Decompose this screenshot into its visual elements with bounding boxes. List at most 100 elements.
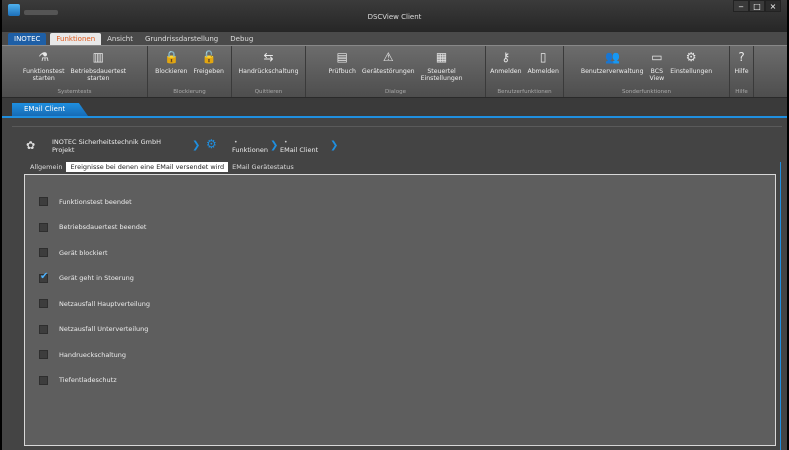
ribbon-button-label: Freigeben (193, 68, 224, 75)
ribbon-button[interactable]: 🔓 Freigeben (190, 46, 226, 89)
ribbon-button[interactable]: ▭ BCS View (647, 46, 668, 89)
ribbon-tab-ansicht[interactable]: Ansicht (101, 33, 139, 45)
help-icon: ? (738, 50, 745, 64)
event-label: Betriebsdauertest beendet (59, 223, 147, 231)
ribbon-button-label: Benutzerverwaltung (580, 68, 644, 75)
ribbon-button[interactable]: ▥ Betriebsdauertest starten (68, 46, 130, 89)
event-checkbox-row[interactable]: Gerät blockiert (39, 248, 108, 257)
document-tab-email-client[interactable]: EMail Client (12, 103, 88, 116)
breadcrumb-root[interactable]: INOTEC Sicherheitstechnik GmbH Projekt (52, 138, 161, 154)
ribbon-button-label: Anmelden (490, 68, 522, 75)
event-checkbox-row[interactable]: ✔ Gerät geht in Stoerung (39, 270, 134, 283)
event-label: Handrueckschaltung (59, 350, 127, 359)
hand-switch-icon: ⇆ (263, 50, 274, 64)
ribbon-tab-debug[interactable]: Debug (224, 33, 259, 45)
lock-icon: 🔒 (164, 50, 180, 64)
event-checkbox-row[interactable]: Funktionstest beendet (39, 197, 132, 206)
tab-email-geraetestatus[interactable]: EMail Gerätestatus (228, 162, 298, 172)
ribbon-group-label: Benutzerfunktionen (497, 89, 552, 95)
app-window: DSCView Client ‒ □ × INOTEC Funktionen A… (2, 0, 787, 450)
checkmark-icon: ✔ (40, 270, 49, 282)
settings-icon: ⚙ (685, 50, 697, 64)
ribbon-button[interactable]: ⇆ Handrückschaltung (236, 46, 302, 89)
ribbon-button-label: Funktionstest starten (22, 68, 65, 82)
document-tab-bar: EMail Client (2, 98, 787, 116)
event-label: Gerät blockiert (59, 248, 108, 257)
event-checkbox[interactable] (39, 248, 48, 257)
building-icon: ▥ (92, 50, 104, 64)
vertical-scrollbar[interactable] (780, 162, 786, 450)
event-checkbox-row[interactable]: Tiefentladeschutz (39, 375, 117, 385)
event-checkbox[interactable] (39, 375, 48, 385)
event-checkbox-row[interactable]: Handrueckschaltung (39, 350, 126, 359)
door-icon: ▯ (539, 50, 547, 64)
ribbon-button[interactable]: 👥 Benutzerverwaltung (578, 46, 647, 89)
event-checkbox[interactable] (39, 350, 48, 359)
title-bar: DSCView Client ‒ □ × (2, 0, 787, 32)
ribbon-group: ⚷ Anmelden ▯ Abmelden Benutzerfunktionen (486, 46, 564, 97)
event-checkbox[interactable]: ✔ (39, 270, 49, 283)
chevron-right-icon: ❯ (192, 140, 201, 151)
tab-allgemein[interactable]: Allgemein (26, 162, 66, 172)
ribbon-button[interactable]: ⚠ Gerätestörungen (359, 46, 418, 89)
ribbon-button[interactable]: ? Hilfe (731, 46, 751, 89)
ribbon-button-label: Betriebsdauertest starten (70, 68, 127, 82)
ribbon-button[interactable]: ▯ Abmelden (525, 46, 562, 89)
event-label: Funktionstest beendet (59, 197, 132, 206)
ribbon-tab-grundrissdarstellung[interactable]: Grundrissdarstellung (139, 33, 224, 45)
ribbon-group: ? Hilfe Hilfe (730, 46, 754, 97)
ribbon-group-label: Systemtests (57, 89, 92, 95)
chevron-right-icon: ❯ (270, 140, 279, 151)
breadcrumb-project: Projekt (52, 146, 75, 154)
flask-icon: ⚗ (38, 50, 50, 64)
unlock-icon: 🔓 (201, 50, 217, 64)
event-checkbox-row[interactable]: Netzausfall Unterverteilung (39, 324, 149, 334)
breadcrumb-section[interactable]: Funktionen (232, 146, 268, 154)
ribbon-group-label: Hilfe (735, 89, 748, 95)
company-icon: ✿ (26, 139, 36, 152)
breadcrumb-page[interactable]: EMail Client (280, 146, 318, 154)
event-label: Netzausfall Unterverteilung (59, 325, 149, 333)
ribbon-group: 👥 Benutzerverwaltung ▭ BCS View ⚙ Einstellung… (564, 46, 730, 97)
monitor-icon: ▭ (651, 50, 663, 64)
event-checkbox-row[interactable]: Netzausfall Hauptverteilung (39, 299, 150, 308)
event-checkbox[interactable] (39, 324, 48, 334)
ribbon-button[interactable]: ▦ Steuertel Einstellungen (418, 46, 466, 89)
ribbon-tab-inotec[interactable]: INOTEC (8, 33, 47, 45)
ribbon-button[interactable]: ⚷ Anmelden (487, 46, 524, 89)
maximize-button[interactable]: □ (749, 0, 765, 12)
ribbon-button-label: BCS View (649, 68, 665, 82)
ribbon-button[interactable]: ⚗ Funktionstest starten (20, 46, 68, 89)
event-checkbox[interactable] (39, 299, 48, 308)
ribbon-button-label: Steuertel Einstellungen (420, 68, 463, 82)
ribbon-button[interactable]: 🔒 Blockieren (152, 46, 190, 89)
event-checkbox-row[interactable]: Betriebsdauertest beendet (39, 222, 147, 232)
ribbon-button-label: Gerätestörungen (361, 68, 415, 75)
device-fault-icon: ⚠ (382, 50, 394, 64)
ribbon-button[interactable]: ⚙ Einstellungen (667, 46, 715, 89)
minimize-button[interactable]: ‒ (733, 0, 749, 12)
event-checkbox[interactable] (39, 222, 48, 232)
event-label: Netzausfall Hauptverteilung (59, 299, 150, 308)
ribbon-button-label: Handrückschaltung (238, 68, 299, 75)
event-label: Gerät geht in Stoerung (59, 274, 134, 282)
window-title: DSCView Client (367, 13, 422, 21)
inner-tab-bar: Allgemein Ereignisse bei denen eine EMai… (26, 162, 298, 172)
breadcrumb-dot: • (234, 139, 238, 146)
ribbon-button-label: Abmelden (527, 68, 559, 75)
functions-icon: ⚙ (206, 137, 217, 151)
breadcrumb-company: INOTEC Sicherheitstechnik GmbH (52, 138, 161, 146)
ribbon: ⚗ Funktionstest starten ▥ Betriebsdauertest… (2, 45, 787, 98)
ribbon-button-label: Hilfe (734, 68, 749, 75)
close-button[interactable]: × (765, 0, 781, 12)
ribbon-button[interactable]: ▤ Prüfbuch (325, 46, 358, 89)
ribbon-group-label: Quittieren (254, 89, 283, 95)
ribbon-group: ⇆ Handrückschaltung Quittieren (232, 46, 306, 97)
control-settings-icon: ▦ (435, 50, 448, 64)
event-checkbox[interactable] (39, 197, 48, 206)
ribbon-tab-funktionen[interactable]: Funktionen (50, 33, 102, 45)
events-panel: Funktionstest beendet Betriebsdauertest b… (24, 174, 776, 446)
users-icon: 👥 (605, 50, 621, 64)
tab-ereignisse[interactable]: Ereignisse bei denen eine EMail versende… (66, 162, 229, 172)
ribbon-group-label: Blockierung (173, 89, 206, 95)
